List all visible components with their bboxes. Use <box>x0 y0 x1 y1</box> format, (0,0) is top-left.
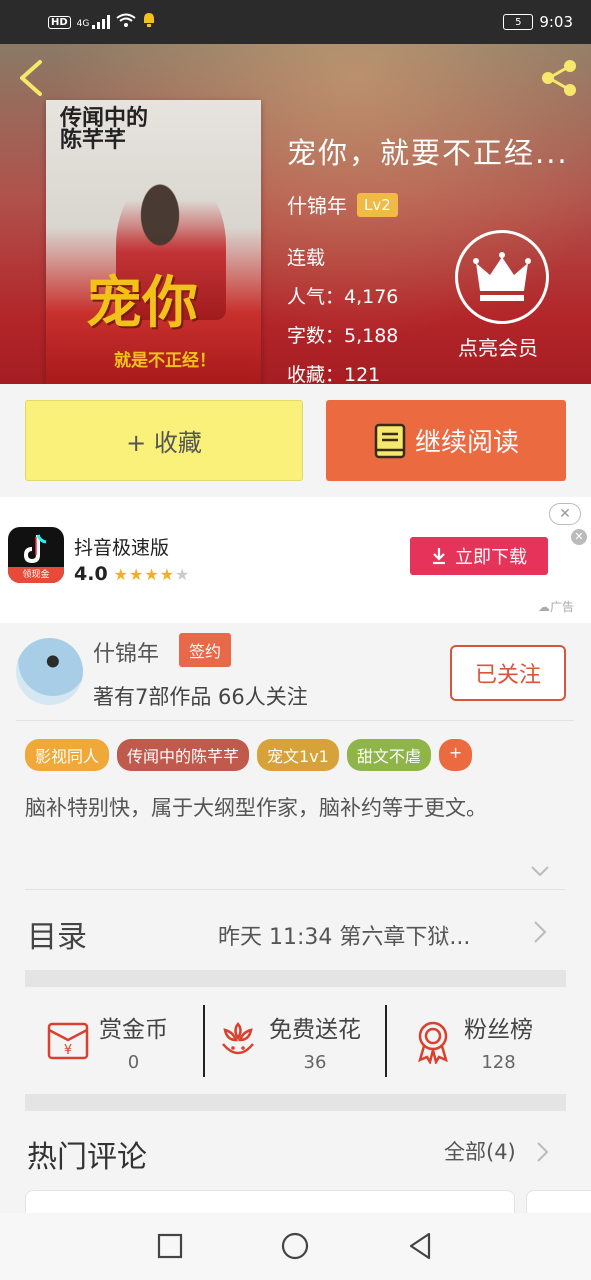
ad-label: ☁广告 <box>538 598 574 615</box>
action-bar: + 收藏 继续阅读 <box>0 384 591 496</box>
vip-label[interactable]: 点亮会员 <box>458 332 538 361</box>
chevron-down-icon <box>531 866 549 877</box>
home-button[interactable] <box>280 1231 310 1261</box>
book-header: 传闻中的陈芊芊 宠你 就是不正经！ 宠你，就要不正经... 什锦年 Lv2 连载… <box>0 44 591 384</box>
book-title: 宠你，就要不正经... <box>287 136 569 170</box>
latest-chapter: 昨天 11:34 第六章下狱... <box>218 925 471 950</box>
all-comments-link[interactable]: 全部(4) <box>444 1136 516 1166</box>
reward-flowers[interactable]: 免费送花 36 <box>215 988 361 1094</box>
level-badge: Lv2 <box>357 192 398 217</box>
separator <box>385 1005 387 1077</box>
share-button[interactable] <box>537 56 581 100</box>
red-envelope-icon: ¥ <box>47 1022 89 1060</box>
ad-download-label: 立即下载 <box>455 547 527 568</box>
reward-flowers-value: 36 <box>303 1051 327 1073</box>
status-bar: HD 4G 5 9:03 <box>0 0 591 44</box>
tag-more-button[interactable]: + <box>438 739 473 771</box>
comments-title: 热门评论 <box>27 1140 147 1175</box>
signal-icon: 4G <box>77 15 111 29</box>
vip-button[interactable] <box>455 230 549 324</box>
triangle-back-icon <box>409 1232 431 1260</box>
recents-button[interactable] <box>155 1231 185 1261</box>
separator <box>203 1005 205 1077</box>
ad-label-text: 广告 <box>550 600 575 614</box>
chevron-right-icon[interactable] <box>536 1141 550 1163</box>
cloud-icon: ☁ <box>538 600 550 614</box>
square-icon <box>157 1233 183 1259</box>
ad-icon-badge: 领现金 <box>8 567 64 583</box>
reward-fan-rank-value: 128 <box>481 1051 516 1073</box>
author-name[interactable]: 什锦年 <box>93 636 159 668</box>
back-button[interactable] <box>14 58 50 98</box>
divider <box>16 720 574 721</box>
cover-big-text: 宠你 <box>86 271 198 336</box>
catalog-label: 目录 <box>27 920 87 955</box>
battery-icon: 5 <box>503 14 534 30</box>
book-cover[interactable]: 传闻中的陈芊芊 宠你 就是不正经！ <box>46 100 261 384</box>
continue-reading-button[interactable]: 继续阅读 <box>326 400 566 481</box>
tag-list: 影视同人 传闻中的陈芊芊 宠文1v1 甜文不虐 + <box>25 739 473 771</box>
follow-button[interactable]: 已关注 <box>450 645 566 701</box>
signed-badge: 签约 <box>179 633 232 667</box>
reward-bar: ¥ 赏金币 0 免费送花 36 粉丝榜 128 <box>25 988 566 1094</box>
book-author[interactable]: 什锦年 <box>287 190 347 219</box>
reward-fan-rank-label: 粉丝榜 <box>464 1016 533 1043</box>
reward-coins-label: 赏金币 <box>99 1016 168 1043</box>
douyin-app-icon: 领现金 <box>8 527 64 583</box>
back-nav-button[interactable] <box>405 1231 435 1261</box>
reward-flowers-label: 免费送花 <box>269 1016 361 1043</box>
notification-icon <box>142 12 156 32</box>
tag-0[interactable]: 影视同人 <box>25 739 110 771</box>
reward-coins[interactable]: ¥ 赏金币 0 <box>45 988 168 1094</box>
ad-close-button[interactable]: ✕ <box>549 503 581 525</box>
system-nav-bar <box>0 1213 591 1280</box>
battery-level: 5 <box>515 16 522 28</box>
continue-reading-label: 继续阅读 <box>414 428 519 458</box>
flower-icon <box>222 1022 254 1055</box>
share-icon <box>542 60 576 96</box>
network-type: 4G <box>76 19 90 29</box>
catalog-row[interactable]: 目录 昨天 11:34 第六章下狱... <box>0 890 591 972</box>
ad-banner[interactable]: 领现金 抖音极速版 4.0 ★★★★★ 立即下载 ✕ ✕ ☁广告 <box>0 497 591 623</box>
reward-coins-value: 0 <box>127 1051 140 1073</box>
tag-2[interactable]: 宠文1v1 <box>257 739 339 771</box>
ad-dismiss-icon[interactable]: ✕ <box>571 529 587 545</box>
cover-subtitle: 就是不正经！ <box>114 351 216 371</box>
collect-button[interactable]: + 收藏 <box>25 400 303 481</box>
cover-title: 传闻中的陈芊芊 <box>60 106 149 153</box>
download-icon <box>433 548 445 565</box>
reward-fan-rank[interactable]: 粉丝榜 128 <box>410 988 533 1094</box>
crown-icon <box>473 252 531 301</box>
section-divider <box>25 1094 566 1111</box>
svg-text:¥: ¥ <box>64 1043 72 1058</box>
book-description: 脑补特别快，属于大纲型作家，脑补约等于更文。 <box>25 796 487 820</box>
clock: 9:03 <box>539 13 573 31</box>
wifi-icon <box>116 13 136 31</box>
author-stats: 著有7部作品 66人关注 <box>93 685 308 709</box>
section-divider <box>25 970 566 987</box>
ad-rating-value: 4.0 <box>74 563 108 585</box>
comments-header: 热门评论 全部(4) <box>0 1110 591 1184</box>
tag-3[interactable]: 甜文不虐 <box>346 739 431 771</box>
ad-rating: 4.0 ★★★★★ <box>74 563 190 585</box>
star-rating-icon: ★★★★★ <box>113 564 191 584</box>
chevron-left-icon <box>20 60 42 96</box>
ad-app-name: 抖音极速版 <box>74 537 170 559</box>
ad-download-button[interactable]: 立即下载 <box>410 537 548 575</box>
circle-icon <box>281 1232 309 1260</box>
chevron-right-icon <box>532 920 548 944</box>
tag-1[interactable]: 传闻中的陈芊芊 <box>117 739 250 771</box>
author-avatar[interactable] <box>16 638 83 705</box>
medal-icon <box>418 1021 448 1064</box>
expand-description-button[interactable] <box>530 863 550 877</box>
book-icon <box>374 423 406 458</box>
hd-badge: HD <box>48 15 71 29</box>
